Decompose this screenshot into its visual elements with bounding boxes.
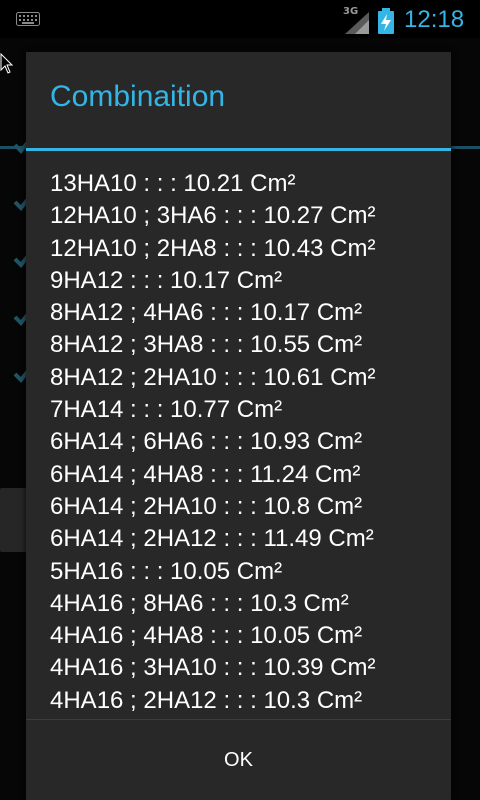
list-item[interactable]: 13HA10 : : : 10.21 Cm² (50, 168, 376, 200)
mouse-cursor-icon (0, 53, 14, 74)
battery-charging-icon (378, 8, 394, 34)
list-item[interactable]: 6HA14 ; 2HA12 : : : 11.49 Cm² (50, 523, 376, 555)
combination-list: 13HA10 : : : 10.21 Cm² 12HA10 ; 3HA6 : : … (50, 168, 376, 717)
list-item[interactable]: 6HA14 ; 2HA10 : : : 10.8 Cm² (50, 491, 376, 523)
list-item[interactable]: 8HA12 ; 3HA8 : : : 10.55 Cm² (50, 329, 376, 361)
keyboard-icon (16, 12, 40, 26)
list-item[interactable]: 7HA14 : : : 10.77 Cm² (50, 394, 376, 426)
list-item[interactable]: 8HA12 ; 4HA6 : : : 10.17 Cm² (50, 297, 376, 329)
signal-icon (345, 12, 369, 34)
list-item[interactable]: 4HA16 ; 2HA12 : : : 10.3 Cm² (50, 685, 376, 717)
status-bar: 3G 12:18 (0, 0, 480, 38)
list-item[interactable]: 6HA14 ; 6HA6 : : : 10.93 Cm² (50, 426, 376, 458)
list-item[interactable]: 4HA16 ; 3HA10 : : : 10.39 Cm² (50, 652, 376, 684)
list-item[interactable]: 4HA16 ; 8HA6 : : : 10.3 Cm² (50, 588, 376, 620)
list-item[interactable]: 12HA10 ; 3HA6 : : : 10.27 Cm² (50, 200, 376, 232)
list-item[interactable]: 6HA14 ; 4HA8 : : : 11.24 Cm² (50, 459, 376, 491)
combination-dialog: Combinaition 13HA10 : : : 10.21 Cm² 12HA1… (26, 52, 451, 800)
list-item[interactable]: 4HA16 ; 4HA8 : : : 10.05 Cm² (50, 620, 376, 652)
clock: 12:18 (404, 6, 465, 33)
list-item[interactable]: 9HA12 : : : 10.17 Cm² (50, 265, 376, 297)
dialog-title: Combinaition (50, 80, 226, 113)
list-item[interactable]: 5HA16 : : : 10.05 Cm² (50, 556, 376, 588)
list-item[interactable]: 12HA10 ; 2HA8 : : : 10.43 Cm² (50, 233, 376, 265)
title-divider (26, 148, 451, 151)
ok-button[interactable]: OK (26, 720, 451, 800)
list-item[interactable]: 8HA12 ; 2HA10 : : : 10.61 Cm² (50, 362, 376, 394)
